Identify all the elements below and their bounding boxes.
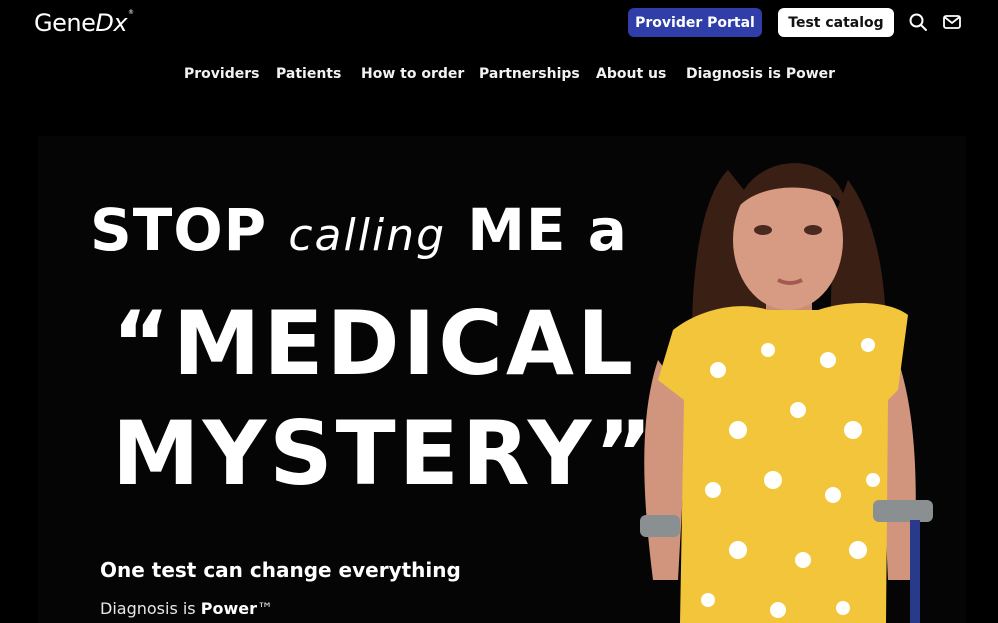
nav-item-about-us[interactable]: About us: [596, 66, 666, 82]
genedx-logo[interactable]: GeneDx®: [34, 9, 134, 37]
nav-item-diagnosis-is-power[interactable]: Diagnosis is Power: [686, 66, 835, 82]
logo-text-dx: Dx: [95, 9, 128, 37]
hero-tagline: One test can change everything: [100, 558, 461, 582]
site-header: GeneDx® Provider Portal Test catalog: [0, 0, 998, 50]
girl-portrait-image: [640, 163, 933, 623]
hero-subtitle: Diagnosis is Power™: [100, 599, 273, 618]
nav-item-partnerships[interactable]: Partnerships: [479, 66, 580, 82]
nav-item-how-to-order[interactable]: How to order: [361, 66, 464, 82]
provider-portal-button[interactable]: Provider Portal: [628, 8, 762, 37]
logo-text-gene: Gene: [34, 9, 96, 37]
test-catalog-button[interactable]: Test catalog: [778, 8, 894, 37]
hero-headline-line1: STOP calling ME a: [90, 196, 628, 264]
mail-icon[interactable]: [942, 12, 962, 32]
main-nav: Providers Patients How to order Partners…: [0, 66, 998, 88]
hero-headline-line3: MYSTERY”: [112, 402, 656, 505]
nav-item-providers[interactable]: Providers: [184, 66, 259, 82]
nav-item-patients[interactable]: Patients: [276, 66, 341, 82]
hero-headline-line2: “MEDICAL: [112, 292, 637, 395]
search-icon[interactable]: [908, 12, 928, 32]
